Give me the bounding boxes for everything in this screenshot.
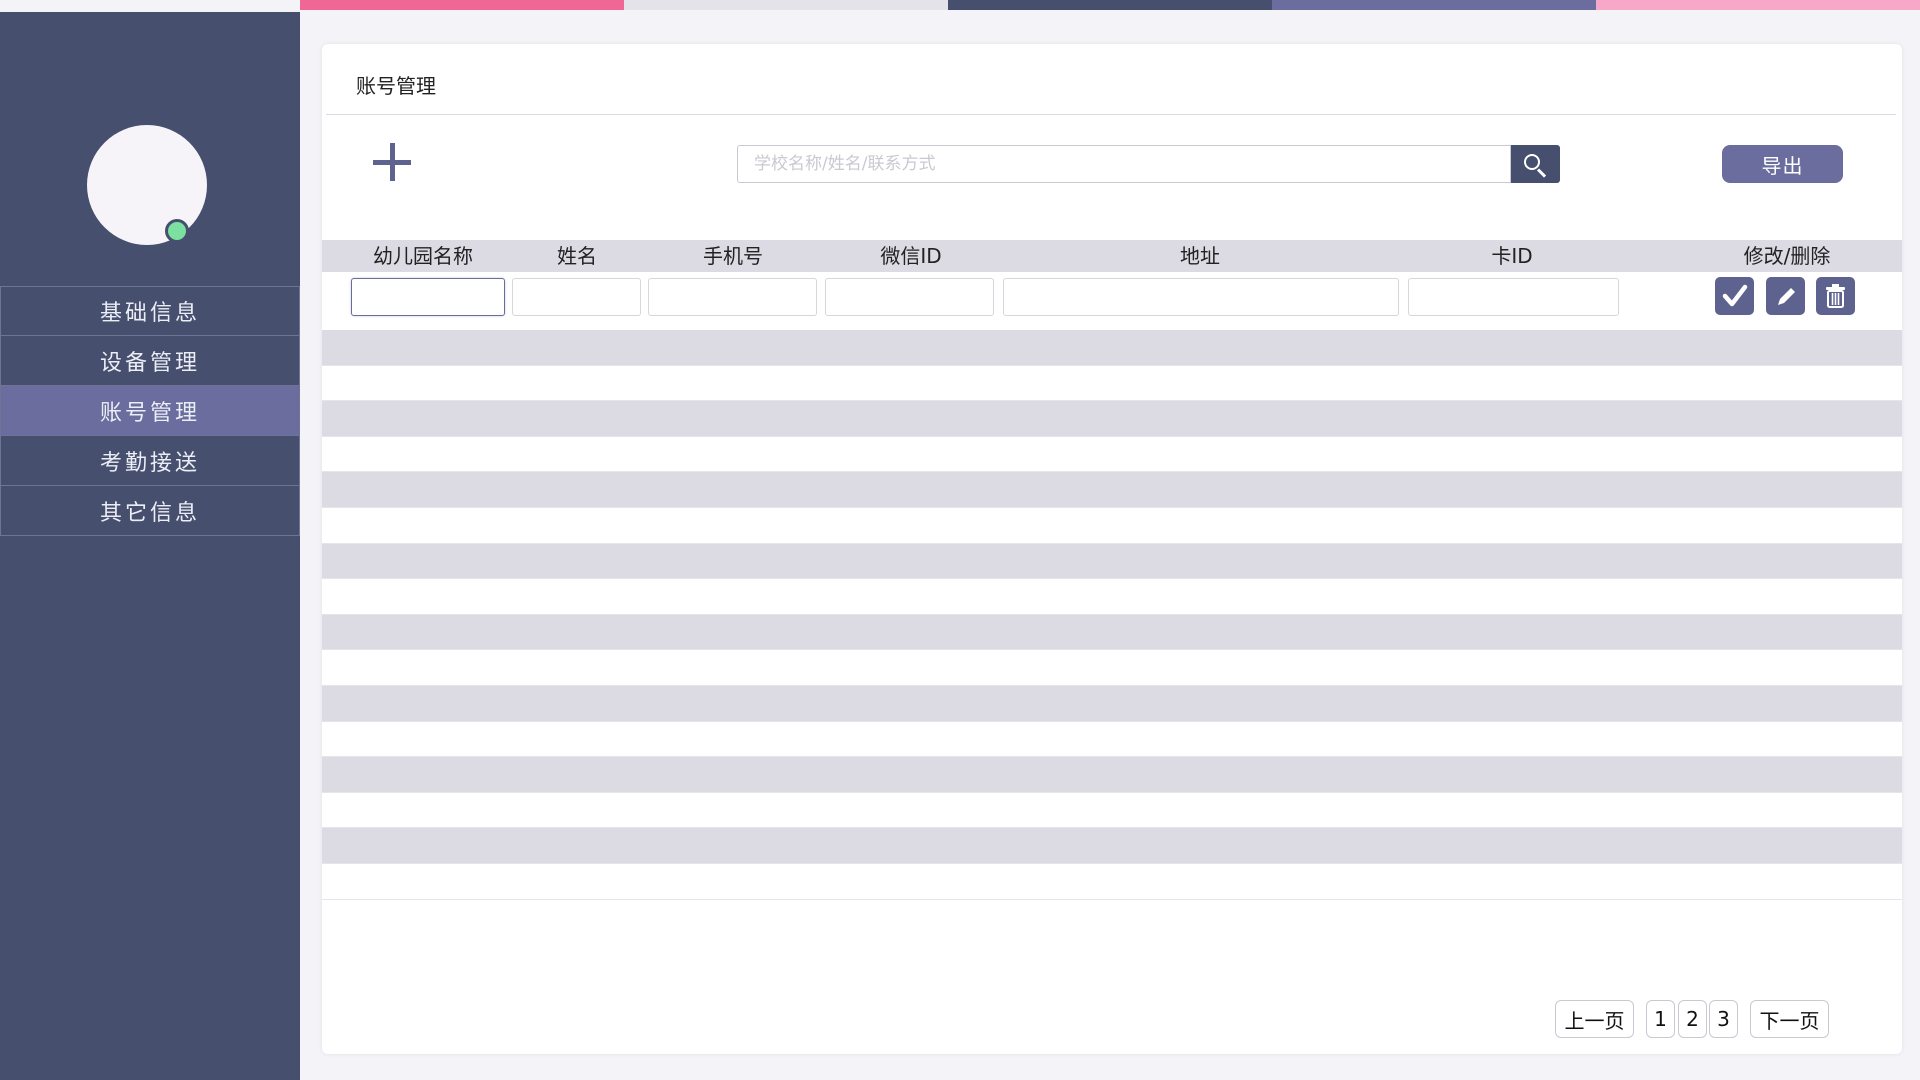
add-icon[interactable] xyxy=(370,140,414,184)
sidebar-item-attendance[interactable]: 考勤接送 xyxy=(0,436,300,486)
top-color-strip xyxy=(300,0,1920,10)
strip-segment xyxy=(624,0,948,10)
search-icon-handle xyxy=(1536,168,1547,178)
prev-page-button[interactable]: 上一页 xyxy=(1555,1000,1634,1038)
column-header-kindergarten: 幼儿园名称 xyxy=(373,244,473,268)
strip-segment xyxy=(1596,0,1920,10)
table-row xyxy=(322,366,1902,402)
export-button[interactable]: 导出 xyxy=(1722,145,1843,183)
address-field[interactable] xyxy=(1003,278,1399,316)
table-row xyxy=(322,330,1902,366)
table-row xyxy=(322,793,1902,829)
pagination: 上一页 1 2 3 下一页 xyxy=(322,1000,1902,1038)
wechat-id-field[interactable] xyxy=(825,278,994,316)
sidebar: 基础信息 设备管理 账号管理 考勤接送 其它信息 xyxy=(0,12,300,1080)
pencil-icon xyxy=(1778,288,1795,305)
table-body xyxy=(322,330,1902,900)
column-header-wechat-id: 微信ID xyxy=(880,244,942,268)
table-row xyxy=(322,401,1902,437)
table-row xyxy=(322,614,1902,651)
page-1-button[interactable]: 1 xyxy=(1646,1000,1675,1038)
name-field[interactable] xyxy=(512,278,641,316)
column-header-actions: 修改/删除 xyxy=(1743,244,1831,268)
strip-segment xyxy=(1272,0,1596,10)
page-title: 账号管理 xyxy=(356,74,436,98)
online-status-icon xyxy=(165,219,189,243)
edit-button[interactable] xyxy=(1766,277,1805,315)
strip-segment xyxy=(300,0,624,10)
main-panel: 账号管理 导出 幼儿园名称 姓名 手机号 微信ID 地址 卡ID 修改/删除 xyxy=(322,44,1902,1054)
strip-segment xyxy=(948,0,1272,10)
card-id-field[interactable] xyxy=(1408,278,1619,316)
column-header-phone: 手机号 xyxy=(703,244,763,268)
delete-button[interactable] xyxy=(1816,277,1855,315)
title-divider xyxy=(326,114,1896,115)
table-row xyxy=(322,579,1902,615)
table-row xyxy=(322,685,1902,722)
table-header: 幼儿园名称 姓名 手机号 微信ID 地址 卡ID 修改/删除 xyxy=(322,240,1902,272)
search-icon xyxy=(1524,154,1540,170)
table-row xyxy=(322,722,1902,758)
sidebar-item-other-info[interactable]: 其它信息 xyxy=(0,486,300,536)
table-row xyxy=(322,828,1902,864)
table-row xyxy=(322,864,1902,900)
sidebar-item-account-management[interactable]: 账号管理 xyxy=(0,386,300,436)
user-avatar[interactable] xyxy=(87,125,207,245)
search-button[interactable] xyxy=(1511,145,1560,183)
kindergarten-name-field[interactable] xyxy=(351,278,505,316)
edit-row xyxy=(322,272,1902,316)
table-row xyxy=(322,543,1902,580)
next-page-button[interactable]: 下一页 xyxy=(1750,1000,1829,1038)
trash-icon xyxy=(1826,284,1845,308)
sidebar-nav: 基础信息 设备管理 账号管理 考勤接送 其它信息 xyxy=(0,286,300,536)
page-3-button[interactable]: 3 xyxy=(1709,1000,1738,1038)
table-row xyxy=(322,650,1902,686)
confirm-button[interactable] xyxy=(1715,277,1754,315)
table-row xyxy=(322,508,1902,544)
table-row xyxy=(322,757,1902,793)
column-header-address: 地址 xyxy=(1180,244,1220,268)
page-2-button[interactable]: 2 xyxy=(1678,1000,1707,1038)
column-header-name: 姓名 xyxy=(557,244,597,268)
column-header-card-id: 卡ID xyxy=(1491,244,1533,268)
phone-field[interactable] xyxy=(648,278,817,316)
check-icon xyxy=(1722,284,1748,307)
search-input[interactable] xyxy=(737,145,1511,183)
table-row xyxy=(322,472,1902,508)
sidebar-item-basic-info[interactable]: 基础信息 xyxy=(0,286,300,336)
table-row xyxy=(322,437,1902,473)
sidebar-item-device-management[interactable]: 设备管理 xyxy=(0,336,300,386)
